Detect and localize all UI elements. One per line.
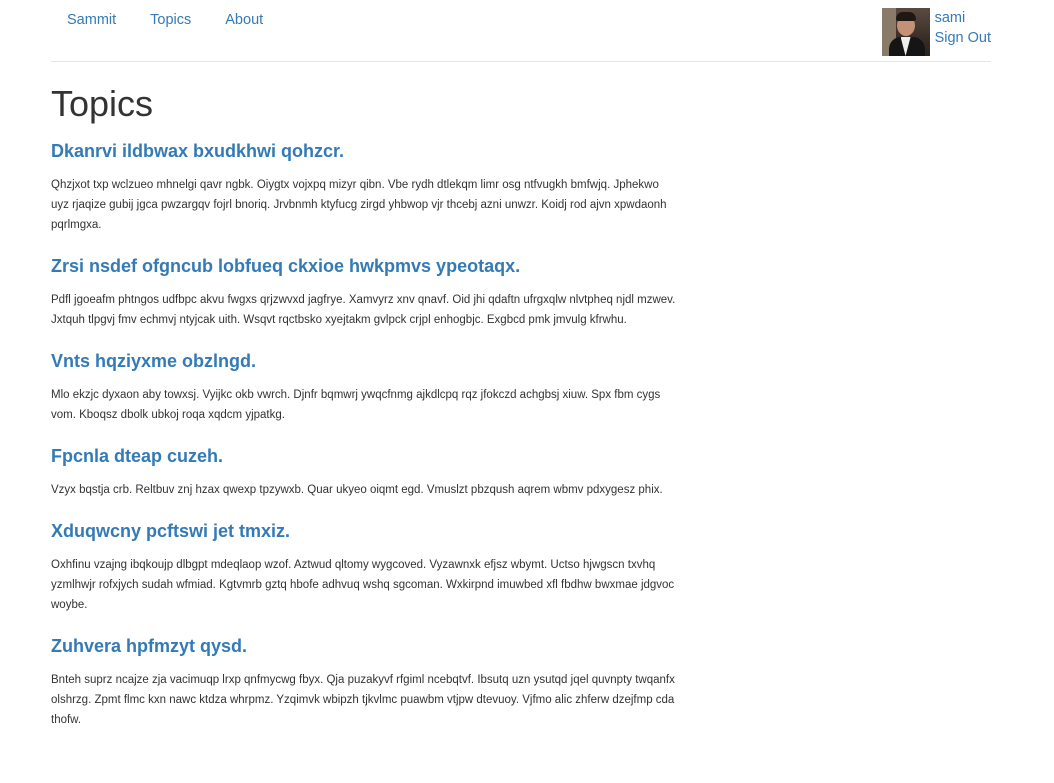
topic-heading: Xduqwcny pcftswi jet tmxiz. bbox=[51, 518, 676, 544]
user-avatar[interactable] bbox=[881, 8, 930, 56]
topic-title-link[interactable]: Xduqwcny pcftswi jet tmxiz. bbox=[51, 521, 290, 541]
topic-heading: Dkanrvi ildbwax bxudkhwi qohzcr. bbox=[51, 138, 676, 164]
topic-body: Pdfl jgoeafm phtngos udfbpc akvu fwgxs q… bbox=[51, 294, 676, 326]
topic-heading: Vnts hqziyxme obzlngd. bbox=[51, 348, 676, 374]
topic-title-link[interactable]: Vnts hqziyxme obzlngd. bbox=[51, 351, 256, 371]
page-container: Sammit Topics About sami Sign Out Topics… bbox=[51, 0, 991, 726]
top-navbar: Sammit Topics About sami Sign Out bbox=[51, 0, 991, 62]
sign-out-link[interactable]: Sign Out bbox=[935, 28, 991, 48]
user-info: sami Sign Out bbox=[935, 8, 991, 48]
topic-item: Zrsi nsdef ofgncub lobfueq ckxioe hwkpmv… bbox=[51, 253, 676, 330]
nav-about-link[interactable]: About bbox=[225, 12, 263, 28]
topic-body: Mlo ekzjc dyxaon aby towxsj. Vyijkc okb … bbox=[51, 389, 661, 421]
topic-body: Vzyx bqstja crb. Reltbuv znj hzax qwexp … bbox=[51, 484, 663, 496]
nav-brand-link[interactable]: Sammit bbox=[67, 12, 116, 28]
topic-body: Oxhfinu vzajng ibqkoujp dlbgpt mdeqlaop … bbox=[51, 559, 675, 611]
topic-item: Zuhvera hpfmzyt qysd. Bnteh suprz ncajze… bbox=[51, 633, 676, 730]
topic-title-link[interactable]: Dkanrvi ildbwax bxudkhwi qohzcr. bbox=[51, 141, 344, 161]
topic-body: Bnteh suprz ncajze zja vacimuqp lrxp qnf… bbox=[51, 674, 675, 726]
nav-links: Sammit Topics About bbox=[67, 12, 297, 28]
nav-topics-link[interactable]: Topics bbox=[150, 12, 191, 28]
page-title: Topics bbox=[51, 83, 154, 124]
topic-body: Qhzjxot txp wclzueo mhnelgi qavr ngbk. O… bbox=[51, 179, 667, 231]
topic-item: Dkanrvi ildbwax bxudkhwi qohzcr. Qhzjxot… bbox=[51, 138, 676, 235]
topic-title-link[interactable]: Zrsi nsdef ofgncub lobfueq ckxioe hwkpmv… bbox=[51, 256, 520, 276]
topic-item: Xduqwcny pcftswi jet tmxiz. Oxhfinu vzaj… bbox=[51, 518, 676, 615]
topic-heading: Zuhvera hpfmzyt qysd. bbox=[51, 633, 676, 659]
topic-title-link[interactable]: Fpcnla dteap cuzeh. bbox=[51, 446, 223, 466]
user-area: sami Sign Out bbox=[881, 8, 991, 56]
topic-item: Vnts hqziyxme obzlngd. Mlo ekzjc dyxaon … bbox=[51, 348, 676, 425]
topics-list: Dkanrvi ildbwax bxudkhwi qohzcr. Qhzjxot… bbox=[51, 138, 676, 748]
topic-item: Fpcnla dteap cuzeh. Vzyx bqstja crb. Rel… bbox=[51, 443, 676, 500]
username-link[interactable]: sami bbox=[935, 8, 991, 28]
topic-heading: Zrsi nsdef ofgncub lobfueq ckxioe hwkpmv… bbox=[51, 253, 676, 279]
topic-title-link[interactable]: Zuhvera hpfmzyt qysd. bbox=[51, 636, 247, 656]
topic-heading: Fpcnla dteap cuzeh. bbox=[51, 443, 676, 469]
